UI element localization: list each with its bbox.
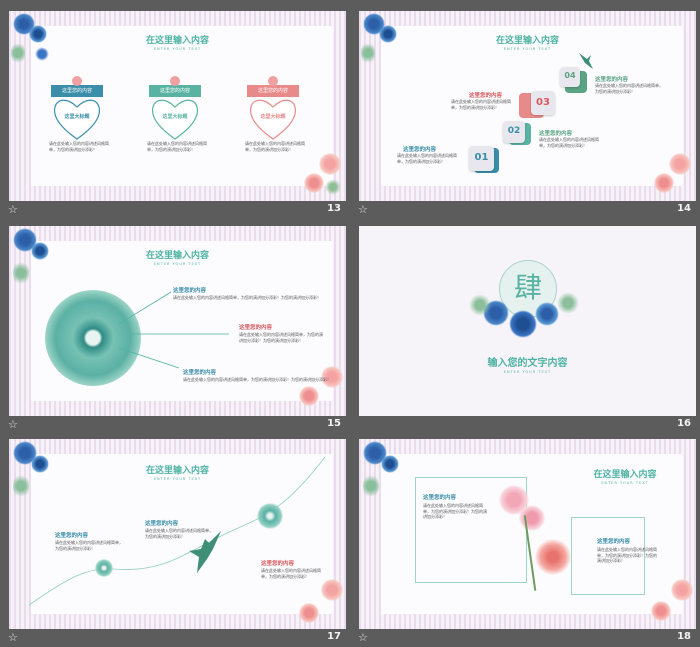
pink-flower-decoration <box>654 173 674 193</box>
leaf-decoration <box>469 294 491 316</box>
card-ribbon-label: 这里您的内容 <box>159 88 190 94</box>
blue-flower-decoration <box>381 455 399 473</box>
item-heading: 这里您的内容 <box>239 325 273 331</box>
teal-flower-node <box>95 559 113 577</box>
blue-flower-decoration <box>535 302 559 326</box>
star-icon[interactable]: ☆ <box>8 418 18 431</box>
pointer-lines <box>119 291 229 369</box>
card-body: 请在此处输入您的内容讲述风格简单，为您的演讲加分添彩！ <box>49 141 109 152</box>
card-heart-label: 这里大标题 <box>64 114 90 120</box>
item-heading: 这里您的内容 <box>183 370 217 376</box>
leaf-decoration <box>557 292 579 314</box>
slide-number: 13 <box>327 203 341 214</box>
item-body: 请在此处输入您的内容讲述风格简单，为您的演讲加分添彩！为您的演讲加分添彩！ <box>183 377 331 382</box>
card-heart-label: 这里大标题 <box>162 114 188 120</box>
item-body: 请在此处输入您的内容讲述风格简单，为您的演讲加分添彩！ <box>55 540 123 551</box>
slide-thumbnail-17[interactable]: 在这里输入内容 ENTER YOUR TEXT 这里您的内容 请在此处输入您的内… <box>2 432 347 647</box>
item-body: 请在此处输入您的内容讲述风格简单，为您的演讲加分添彩！为您的演讲加分添彩！ <box>173 295 321 300</box>
slide-subtitle: ENTER YOUR TEXT <box>503 47 552 51</box>
star-icon[interactable]: ☆ <box>358 631 368 644</box>
card-ribbon-label: 这里您的内容 <box>61 88 92 94</box>
slide-number: 14 <box>677 203 691 214</box>
item-heading: 这里您的内容 <box>145 521 179 527</box>
item-body: 请在此处输入您的内容讲述风格简单，为您的演讲加分添彩！为您的演讲加分添彩！ <box>239 332 323 343</box>
pink-flower-decoration <box>651 601 671 621</box>
slide-canvas: 在这里输入内容 ENTER YOUR TEXT 这里您的内容 请在此处输入您的内… <box>359 439 696 629</box>
leaf-decoration <box>363 473 379 499</box>
step-heading: 这里您的内容 <box>469 93 503 99</box>
section-subtitle: ENTER YOUR TEXT <box>503 370 552 374</box>
leaf-decoration <box>325 179 341 195</box>
pink-blossom-illustration <box>535 539 571 575</box>
step-heading: 这里您的内容 <box>403 147 437 153</box>
card-body: 请在此处输入您的内容讲述风格简单，为您的演讲加分添彩！ <box>245 141 305 152</box>
slide-thumbnail-14[interactable]: 在这里输入内容 ENTER YOUR TEXT 01 02 03 04 这里您的… <box>352 4 697 219</box>
step-number: 04 <box>564 71 576 80</box>
slide-thumbnail-15[interactable]: 在这里输入内容 ENTER YOUR TEXT 这里您的内容 请在此处输入您的内… <box>2 219 347 434</box>
slide-canvas: 肆 输入您的文字内容 ENTER YOUR TEXT <box>359 226 696 416</box>
card-heart-label: 这里大标题 <box>260 114 286 120</box>
item-body: 请在此处输入您的内容讲述风格简单，为您的演讲加分添彩！为您的演讲加分添彩！ <box>423 503 487 519</box>
slide-subtitle: ENTER YOUR TEXT <box>153 47 202 51</box>
step-number: 02 <box>507 126 521 136</box>
item-heading: 这里您的内容 <box>597 539 631 545</box>
step-body: 请在此处输入您的内容讲述风格简单，为您的演讲加分添彩！ <box>595 83 663 94</box>
pink-flower-decoration <box>304 173 324 193</box>
slide-canvas: 在这里输入内容 ENTER YOUR TEXT 这里您的内容 这里大标题 请在此… <box>9 11 346 201</box>
slide-thumbnail-18[interactable]: 在这里输入内容 ENTER YOUR TEXT 这里您的内容 请在此处输入您的内… <box>352 432 697 647</box>
slide-number: 16 <box>677 418 691 429</box>
star-icon[interactable]: ☆ <box>358 203 368 216</box>
slide-footer: ☆ 18 <box>352 629 697 647</box>
slide-number: 18 <box>677 631 691 642</box>
step-number: 01 <box>474 152 489 163</box>
slide-subtitle: ENTER YOUR TEXT <box>153 262 202 266</box>
step-body: 请在此处输入您的内容讲述风格简单，为您的演讲加分添彩！ <box>451 99 511 110</box>
heart-badge-teal <box>149 76 201 140</box>
slide-footer: ☆ 14 <box>352 201 697 219</box>
pink-flower-decoration <box>669 153 691 175</box>
step-number: 03 <box>536 97 550 108</box>
card-body: 请在此处输入您的内容讲述风格简单，为您的演讲加分添彩！ <box>147 141 207 152</box>
slide-title: 在这里输入内容 <box>593 470 657 480</box>
slide-number: 17 <box>327 631 341 642</box>
item-body: 请在此处输入您的内容讲述风格简单，为您的演讲加分添彩！ <box>261 568 321 579</box>
slide-title: 在这里输入内容 <box>145 36 209 46</box>
slide-number: 15 <box>327 418 341 429</box>
teal-flower-node <box>257 503 283 529</box>
slide-title: 在这里输入内容 <box>495 36 559 46</box>
star-icon[interactable]: ☆ <box>8 631 18 644</box>
blue-flower-decoration <box>509 310 537 338</box>
slide-canvas: 在这里输入内容 ENTER YOUR TEXT 这里您的内容 请在此处输入您的内… <box>9 226 346 416</box>
star-icon[interactable]: ☆ <box>8 203 18 216</box>
item-body: 请在此处输入您的内容讲述风格简单，为您的演讲加分添彩！ <box>145 528 213 539</box>
step-body: 请在此处输入您的内容讲述风格简单，为您的演讲加分添彩！ <box>397 153 457 164</box>
item-body: 请在此处输入您的内容讲述风格简单，为您的演讲加分添彩！为您的演讲加分添彩！ <box>597 547 657 563</box>
pink-flower-decoration <box>319 153 341 175</box>
slide-thumbnail-16[interactable]: 肆 输入您的文字内容 ENTER YOUR TEXT 16 <box>352 219 697 434</box>
item-heading: 这里您的内容 <box>261 561 295 567</box>
section-title: 输入您的文字内容 <box>487 358 568 369</box>
pink-flower-decoration <box>299 386 319 406</box>
step-heading: 这里您的内容 <box>539 131 573 137</box>
slide-canvas: 在这里输入内容 ENTER YOUR TEXT 01 02 03 04 这里您的… <box>359 11 696 201</box>
heart-badge-teal-blue <box>51 76 103 140</box>
step-body: 请在此处输入您的内容讲述风格简单，为您的演讲加分添彩！ <box>539 137 599 148</box>
item-heading: 这里您的内容 <box>55 533 89 539</box>
heart-badge-pink <box>247 76 299 140</box>
pink-flower-decoration <box>671 579 693 601</box>
section-glyph: 肆 <box>513 271 542 304</box>
slide-subtitle: ENTER YOUR TEXT <box>601 481 649 485</box>
item-heading: 这里您的内容 <box>423 495 457 501</box>
item-heading: 这里您的内容 <box>173 288 207 294</box>
slide-thumbnail-13[interactable]: 在这里输入内容 ENTER YOUR TEXT 这里您的内容 这里大标题 请在此… <box>2 4 347 219</box>
slide-canvas: 在这里输入内容 ENTER YOUR TEXT 这里您的内容 请在此处输入您的内… <box>9 439 346 629</box>
slide-title: 在这里输入内容 <box>145 251 209 261</box>
slide-footer: ☆ 13 <box>2 201 347 219</box>
pink-blossom-illustration <box>519 505 545 531</box>
card-ribbon-label: 这里您的内容 <box>257 88 288 94</box>
slide-footer: ☆ 17 <box>2 629 347 647</box>
step-heading: 这里您的内容 <box>595 77 629 83</box>
